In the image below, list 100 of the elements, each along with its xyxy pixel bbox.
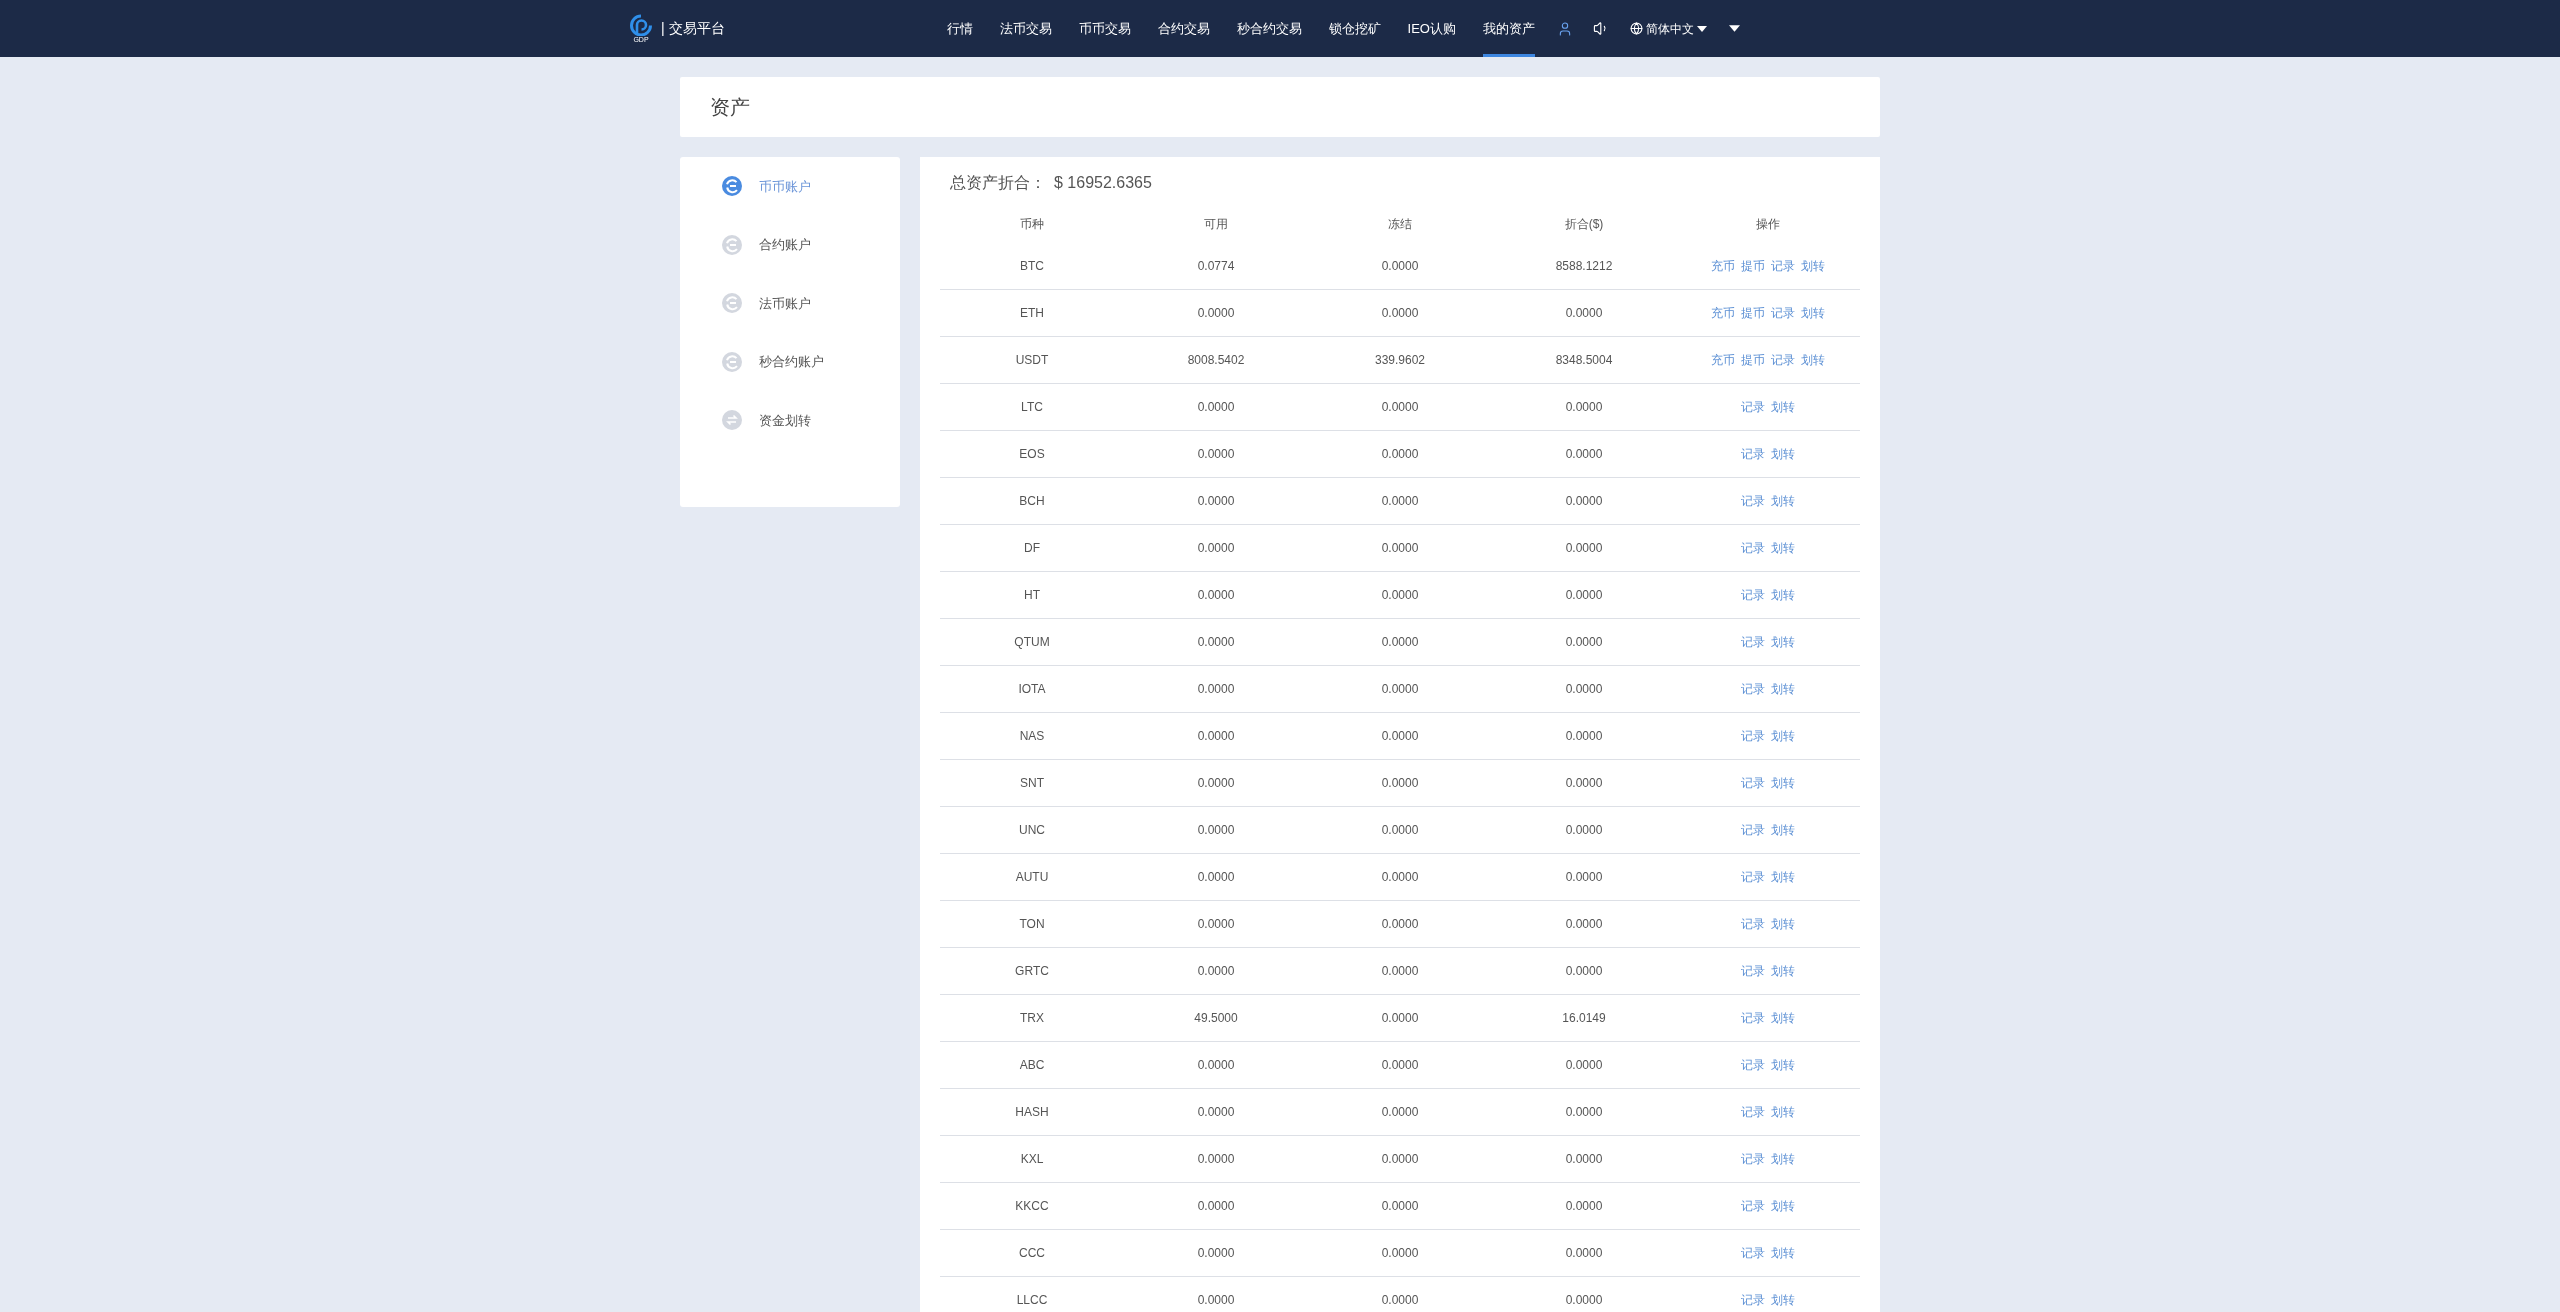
- action-link[interactable]: 划转: [1801, 351, 1825, 369]
- sidebar-item[interactable]: 法币账户: [680, 274, 900, 333]
- table-cell-text: 0.0000: [1381, 1104, 1419, 1121]
- table-cell-text: 0.0000: [1197, 775, 1235, 792]
- table-cell-text: QTUM: [1014, 634, 1050, 651]
- action-link[interactable]: 记录: [1771, 257, 1795, 275]
- action-link[interactable]: 记录: [1771, 351, 1795, 369]
- table-cell-text: NAS: [1019, 728, 1045, 745]
- action-link[interactable]: 记录: [1741, 445, 1765, 463]
- action-link[interactable]: 提币: [1741, 304, 1765, 322]
- action-link[interactable]: 记录: [1741, 915, 1765, 933]
- action-link[interactable]: 记录: [1771, 304, 1795, 322]
- language-dropdown[interactable]: 简体中文: [1629, 19, 1707, 38]
- table-cell-text: HASH: [1015, 1104, 1049, 1121]
- action-link[interactable]: 划转: [1771, 539, 1795, 557]
- nav-link[interactable]: IEO认购: [1407, 0, 1456, 57]
- action-link[interactable]: 提币: [1741, 257, 1765, 275]
- nav-link[interactable]: 合约交易: [1157, 0, 1210, 57]
- coin-icon: [722, 176, 742, 197]
- table-cell-text: 0.0000: [1381, 258, 1419, 275]
- action-link[interactable]: 记录: [1741, 868, 1765, 886]
- nav-link[interactable]: 币币交易: [1078, 0, 1131, 57]
- table-cell-text: 0.0000: [1381, 399, 1419, 416]
- table-cell-text: 8588.1212: [1555, 258, 1613, 275]
- action-link[interactable]: 划转: [1801, 257, 1825, 275]
- action-link[interactable]: 划转: [1771, 962, 1795, 980]
- table-cell-text: IOTA: [1018, 681, 1046, 698]
- action-link[interactable]: 记录: [1741, 492, 1765, 510]
- column-header: 冻结: [1388, 216, 1412, 233]
- coin-icon: [722, 351, 742, 372]
- table-cell-text: 8348.5004: [1555, 352, 1613, 369]
- table-cell-text: KKCC: [1015, 1198, 1049, 1215]
- action-link[interactable]: 充币: [1711, 257, 1735, 275]
- action-link[interactable]: 划转: [1771, 445, 1795, 463]
- nav-link[interactable]: 法币交易: [999, 0, 1052, 57]
- nav-link[interactable]: 锁仓挖矿: [1328, 0, 1381, 57]
- table-cell-text: 0.0000: [1197, 305, 1235, 322]
- table-cell-text: 0.0000: [1197, 587, 1235, 604]
- action-link[interactable]: 记录: [1741, 1244, 1765, 1262]
- table-cell-text: 0.0000: [1565, 305, 1603, 322]
- action-link[interactable]: 充币: [1711, 304, 1735, 322]
- action-link[interactable]: 记录: [1741, 1197, 1765, 1215]
- action-link[interactable]: 记录: [1741, 1056, 1765, 1074]
- action-link[interactable]: 提币: [1741, 351, 1765, 369]
- action-link[interactable]: 记录: [1741, 539, 1765, 557]
- action-link[interactable]: 划转: [1771, 398, 1795, 416]
- action-link[interactable]: 划转: [1771, 1056, 1795, 1074]
- action-link[interactable]: 记录: [1741, 774, 1765, 792]
- action-link[interactable]: 记录: [1741, 586, 1765, 604]
- action-link[interactable]: 划转: [1771, 1009, 1795, 1027]
- action-link[interactable]: 记录: [1741, 1150, 1765, 1168]
- table-cell-text: 0.0000: [1565, 916, 1603, 933]
- table-cell-text: TON: [1019, 916, 1045, 933]
- table-cell-text: 0.0000: [1381, 305, 1419, 322]
- action-link[interactable]: 记录: [1741, 821, 1765, 839]
- table-cell-text: 16.0149: [1562, 1010, 1606, 1027]
- action-link[interactable]: 划转: [1771, 680, 1795, 698]
- brand-name: | 交易平台: [661, 19, 725, 38]
- action-link[interactable]: 记录: [1741, 1009, 1765, 1027]
- action-link[interactable]: 充币: [1711, 351, 1735, 369]
- coin-icon: [722, 234, 742, 255]
- action-link[interactable]: 划转: [1771, 1103, 1795, 1121]
- table-cell-text: ETH: [1020, 305, 1044, 322]
- action-link[interactable]: 划转: [1771, 821, 1795, 839]
- action-link[interactable]: 划转: [1771, 1291, 1795, 1309]
- nav-link[interactable]: 秒合约交易: [1236, 0, 1302, 57]
- table-cell-text: KXL: [1020, 1151, 1044, 1168]
- nav-link[interactable]: 行情: [946, 0, 973, 57]
- action-link[interactable]: 划转: [1771, 1244, 1795, 1262]
- action-link[interactable]: 记录: [1741, 1103, 1765, 1121]
- action-link[interactable]: 记录: [1741, 1291, 1765, 1309]
- action-link[interactable]: 划转: [1771, 868, 1795, 886]
- table-cell-text: 0.0000: [1565, 1057, 1603, 1074]
- table-cell-text: 0.0000: [1197, 540, 1235, 557]
- table-cell-text: USDT: [1015, 352, 1049, 369]
- table-cell-text: ABC: [1019, 1057, 1045, 1074]
- table-cell-text: LTC: [1021, 399, 1043, 416]
- sidebar-item[interactable]: 资金划转: [680, 391, 900, 450]
- table-cell-text: 0.0000: [1381, 587, 1419, 604]
- action-link[interactable]: 划转: [1771, 774, 1795, 792]
- sidebar-item[interactable]: 币币账户: [680, 157, 900, 216]
- table-cell-text: GRTC: [1015, 963, 1049, 980]
- action-link[interactable]: 记录: [1741, 680, 1765, 698]
- action-link[interactable]: 记录: [1741, 633, 1765, 651]
- action-link[interactable]: 记录: [1741, 398, 1765, 416]
- action-link[interactable]: 划转: [1771, 1197, 1795, 1215]
- action-link[interactable]: 划转: [1771, 1150, 1795, 1168]
- action-link[interactable]: 划转: [1771, 633, 1795, 651]
- sidebar-item[interactable]: 合约账户: [680, 215, 900, 274]
- action-link[interactable]: 记录: [1741, 727, 1765, 745]
- action-link[interactable]: 划转: [1771, 915, 1795, 933]
- table-cell-text: 0.0000: [1565, 775, 1603, 792]
- action-link[interactable]: 划转: [1771, 727, 1795, 745]
- table-cell-text: 0.0000: [1565, 869, 1603, 886]
- action-link[interactable]: 记录: [1741, 962, 1765, 980]
- sidebar-item[interactable]: 秒合约账户: [680, 332, 900, 391]
- nav-link[interactable]: 我的资产: [1482, 0, 1535, 57]
- action-link[interactable]: 划转: [1801, 304, 1825, 322]
- action-link[interactable]: 划转: [1771, 586, 1795, 604]
- action-link[interactable]: 划转: [1771, 492, 1795, 510]
